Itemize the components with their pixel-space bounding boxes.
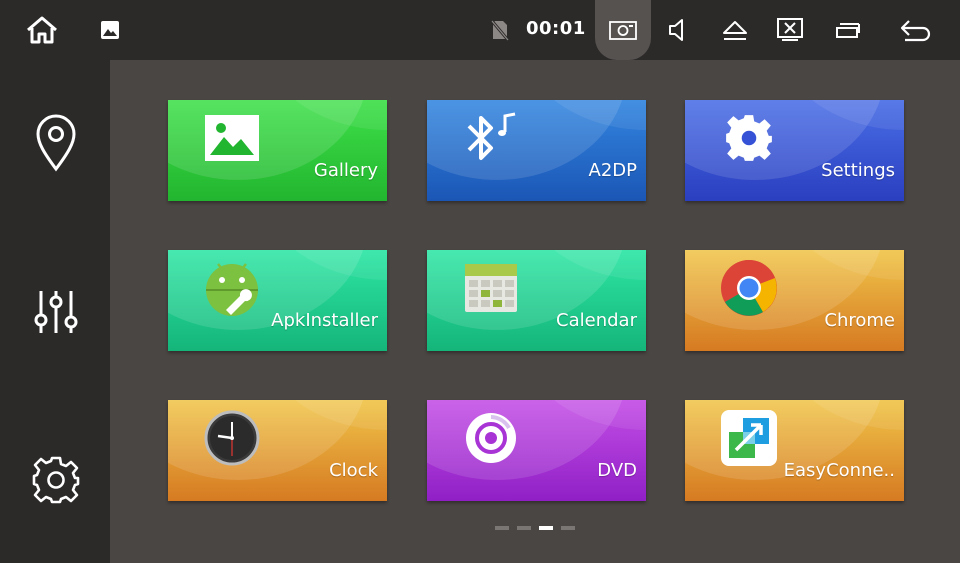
tile-label: EasyConne.. (783, 460, 895, 481)
gallery-tile[interactable]: Gallery (168, 100, 387, 201)
tile-label: Gallery (313, 160, 378, 181)
settings-icon (719, 108, 779, 168)
chrome-tile[interactable]: Chrome (685, 250, 904, 351)
clock-icon (202, 408, 262, 468)
no-sim-icon (480, 10, 520, 50)
page-indicator (495, 526, 575, 530)
home-icon[interactable] (22, 10, 62, 50)
camera-icon[interactable] (603, 10, 643, 50)
page-dot[interactable] (495, 526, 509, 530)
android-wrench-icon (202, 258, 262, 318)
tile-label: Clock (329, 460, 378, 481)
tile-label: A2DP (588, 160, 637, 181)
dvd-tile[interactable]: DVD (427, 400, 646, 501)
clock-tile[interactable]: Clock (168, 400, 387, 501)
close-window-icon[interactable] (770, 10, 810, 50)
a2dp-tile[interactable]: A2DP (427, 100, 646, 201)
tile-label: ApkInstaller (271, 310, 378, 331)
easyconnection-icon (719, 408, 779, 468)
eject-icon[interactable] (715, 10, 755, 50)
status-bar: 00:01 (0, 0, 960, 60)
gallery-icon (202, 108, 262, 168)
disc-icon (461, 408, 521, 468)
tile-label: Calendar (556, 310, 637, 331)
chrome-icon (719, 258, 779, 318)
settings-tile[interactable]: Settings (685, 100, 904, 201)
calendar-tile[interactable]: Calendar (427, 250, 646, 351)
recent-apps-icon[interactable] (828, 10, 868, 50)
equalizer-icon[interactable] (25, 281, 87, 343)
calendar-icon (461, 258, 521, 318)
page-dot-active[interactable] (539, 526, 553, 530)
tile-label: Settings (821, 160, 895, 181)
tile-label: Chrome (824, 310, 895, 331)
back-icon[interactable] (896, 10, 936, 50)
tile-label: DVD (597, 460, 637, 481)
image-icon[interactable] (90, 10, 130, 50)
sidebar (0, 60, 110, 563)
status-time: 00:01 (526, 18, 586, 39)
page-dot[interactable] (517, 526, 531, 530)
easyconnection-tile[interactable]: EasyConne.. (685, 400, 904, 501)
page-dot[interactable] (561, 526, 575, 530)
apkinstaller-tile[interactable]: ApkInstaller (168, 250, 387, 351)
navigation-icon[interactable] (25, 112, 87, 174)
volume-icon[interactable] (658, 10, 698, 50)
settings-gear-icon[interactable] (25, 449, 87, 511)
bluetooth-music-icon (461, 108, 521, 168)
